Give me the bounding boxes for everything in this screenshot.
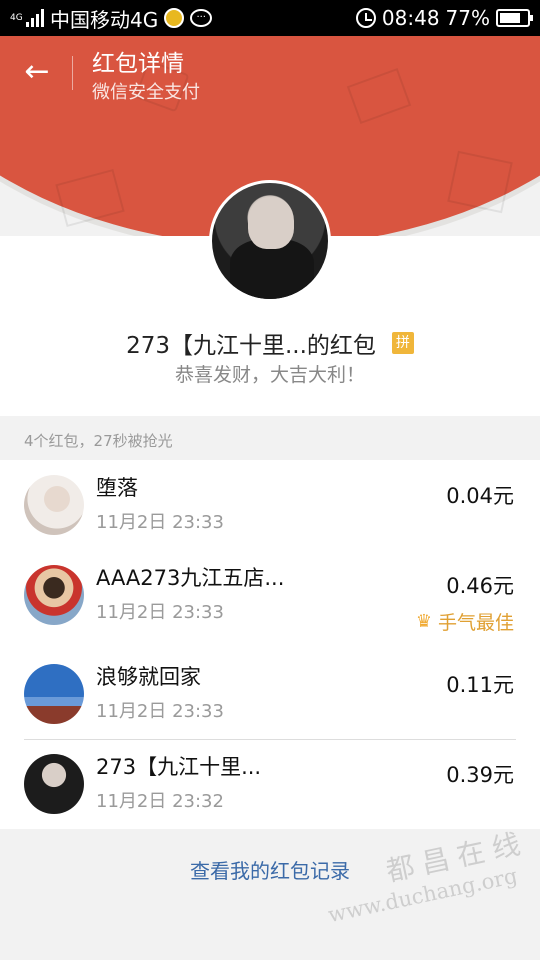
recipient-time: 11月2日 23:32: [96, 791, 224, 812]
battery-fill: [500, 13, 521, 23]
recipient-amount: 0.39元: [446, 763, 514, 787]
greeting-text: 恭喜发财，大吉大利！: [174, 364, 365, 386]
avatar[interactable]: [24, 664, 84, 724]
recipient-amount: 0.04元: [446, 484, 514, 508]
gift-decoration-icon: [447, 150, 513, 214]
avatar[interactable]: [24, 754, 84, 814]
app-icon: [164, 8, 185, 28]
recipient-name: 273【九江十里...: [96, 755, 262, 779]
sender-title-row: 273【九江十里...的红包 拼: [0, 326, 540, 360]
carrier-label: 中国移动4G: [50, 7, 159, 32]
recipient-amount: 0.46元: [446, 574, 514, 598]
best-luck-label: 手气最佳: [437, 612, 514, 634]
clock: 08:48: [381, 6, 440, 30]
signal-icon: [26, 9, 44, 27]
status-right: 08:48 77%: [355, 6, 533, 30]
status-left: 4G 中国移动4G ···: [10, 4, 213, 33]
recipient-name: 浪够就回家: [96, 665, 201, 689]
recipient-time: 11月2日 23:33: [96, 701, 224, 722]
recipient-name: 堕落: [96, 476, 138, 500]
sender-name: 273【九江十里...的红包: [126, 333, 376, 359]
recipient-name: AAA273九江五店...: [96, 566, 285, 590]
battery-icon: [496, 9, 533, 27]
recipient-time: 11月2日 23:33: [96, 602, 224, 623]
status-bar: 4G 中国移动4G ··· 08:48 77%: [0, 0, 540, 36]
chat-icon: ···: [190, 9, 213, 27]
page-title: 红包详情: [92, 51, 184, 77]
list-item[interactable]: 浪够就回家 11月2日 23:33 0.11元: [0, 649, 540, 739]
network-tag: 4G: [10, 12, 23, 23]
pin-badge: 拼: [391, 332, 414, 354]
watermark: 都昌在线 www.duchang.org: [318, 821, 537, 927]
list-item[interactable]: 273【九江十里... 11月2日 23:32 0.39元: [0, 739, 540, 829]
sender-avatar[interactable]: [209, 180, 331, 302]
crown-icon: ♛: [415, 611, 432, 632]
back-button[interactable]: ←: [22, 56, 52, 90]
avatar[interactable]: [24, 475, 84, 535]
recipient-amount: 0.11元: [446, 673, 514, 697]
avatar-face: [248, 197, 294, 249]
avatar[interactable]: [24, 565, 84, 625]
recipient-time: 11月2日 23:33: [96, 512, 224, 533]
list-item[interactable]: 堕落 11月2日 23:33 0.04元: [0, 460, 540, 550]
recipient-list: 堕落 11月2日 23:33 0.04元 AAA273九江五店... 11月2日…: [0, 460, 540, 829]
best-luck-badge: ♛ 手气最佳: [416, 608, 514, 635]
alarm-icon: [355, 8, 376, 28]
header-divider: [72, 56, 73, 90]
battery-percent: 77%: [445, 6, 490, 30]
packet-summary: 4个红包，27秒被抢光: [24, 432, 173, 450]
page-subtitle: 微信安全支付: [92, 82, 200, 103]
